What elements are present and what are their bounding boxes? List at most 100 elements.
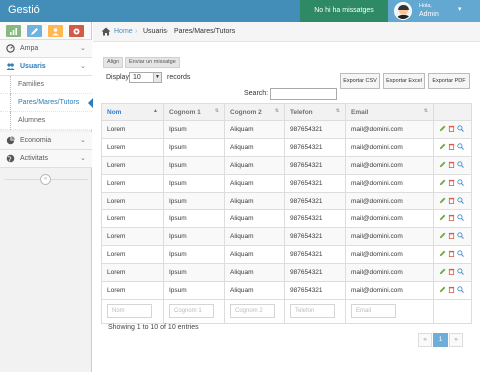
filter-cell: Cognom 2 xyxy=(224,298,285,324)
user-menu[interactable]: Hola, Admin ▾ xyxy=(388,0,480,22)
edit-icon[interactable] xyxy=(439,197,446,204)
export-csv-button[interactable]: Exportar CSV xyxy=(340,73,380,89)
filter-input[interactable]: Cognom 1 xyxy=(169,304,214,319)
trash-icon[interactable] xyxy=(448,268,455,276)
avatar xyxy=(394,2,412,20)
sidebar-item-usuaris[interactable]: Usuaris ⌄ xyxy=(0,58,92,76)
messages-indicator[interactable]: No hi ha missatges pendents xyxy=(300,0,388,36)
table-cell: Lorem xyxy=(101,245,164,265)
table-row: Lorem Ipsum Aliquam 987654321 mail@domini.co… xyxy=(101,191,472,211)
table-row: Lorem Ipsum Aliquam 987654321 mail@domini.co… xyxy=(101,209,472,229)
sidebar-item-economia[interactable]: Economia ⌄ xyxy=(0,132,92,150)
table-row: Lorem Ipsum Aliquam 987654321 mail@domini.co… xyxy=(101,155,472,175)
edit-icon[interactable] xyxy=(439,161,446,168)
zoom-icon[interactable] xyxy=(457,268,464,275)
zoom-icon[interactable] xyxy=(457,178,464,186)
zoom-icon[interactable] xyxy=(457,196,464,204)
align-button[interactable]: Align xyxy=(103,57,124,68)
breadcrumb-home[interactable]: Home xyxy=(114,28,133,35)
sidebar-item-ampa[interactable]: Ampa ⌄ xyxy=(0,40,92,58)
filter-input[interactable]: Nom xyxy=(107,304,152,319)
sidebar-item-activitats[interactable]: Activitats ⌄ xyxy=(0,150,92,168)
edit-icon[interactable] xyxy=(439,250,446,257)
signal-icon[interactable] xyxy=(6,25,21,37)
table-cell: mail@domini.com xyxy=(345,173,434,193)
trash-icon[interactable] xyxy=(448,286,455,293)
trash-icon[interactable] xyxy=(448,197,455,204)
pagination-page-1[interactable]: 1 xyxy=(433,333,448,347)
column-header-email[interactable]: Email ⇅ xyxy=(345,103,434,121)
edit-icon[interactable] xyxy=(439,179,446,186)
zoom-icon[interactable] xyxy=(457,286,464,293)
pagination-prev[interactable]: « xyxy=(418,333,432,347)
filter-input[interactable]: Telefon xyxy=(290,304,335,319)
table-cell: 987654321 xyxy=(284,245,346,265)
edit-icon[interactable] xyxy=(439,232,446,239)
sidebar-subitem-families[interactable]: Families xyxy=(0,76,92,94)
table-cell: Lorem xyxy=(101,191,164,211)
trash-icon[interactable] xyxy=(448,214,455,222)
trash-icon[interactable] xyxy=(448,179,455,186)
sidebar-subitem-pares[interactable]: Pares/Mares/Tutors xyxy=(0,94,93,112)
pagination-next[interactable]: » xyxy=(449,333,463,347)
zoom-icon[interactable] xyxy=(457,214,464,222)
search-input[interactable] xyxy=(270,88,337,100)
zoom-icon[interactable] xyxy=(457,250,464,258)
table-cell: Aliquam xyxy=(224,227,285,247)
column-header-telefon[interactable]: Telefon ⇅ xyxy=(284,103,346,121)
zoom-icon[interactable] xyxy=(457,125,464,132)
zoom-icon[interactable] xyxy=(457,232,464,240)
column-header-cognom2[interactable]: Cognom 2 ⇅ xyxy=(224,103,285,121)
export-pdf-button[interactable]: Exportar PDF xyxy=(428,73,470,89)
table-cell: Aliquam xyxy=(224,191,285,211)
table-cell: mail@domini.com xyxy=(345,209,434,229)
row-actions xyxy=(433,245,472,265)
active-marker xyxy=(88,98,93,108)
filter-cell: Telefon xyxy=(284,298,346,324)
edit-icon[interactable] xyxy=(439,143,446,150)
table-cell: Lorem xyxy=(101,155,164,175)
edit-icon[interactable] xyxy=(439,214,446,221)
export-excel-button[interactable]: Exportar Excel xyxy=(383,73,425,89)
sort-asc-icon: ▲ xyxy=(153,108,158,114)
zoom-icon[interactable] xyxy=(457,161,464,168)
table-cell: Lorem xyxy=(101,209,164,229)
trash-icon[interactable] xyxy=(448,232,455,240)
pencil-icon[interactable] xyxy=(27,25,42,37)
filter-input[interactable]: Email xyxy=(351,304,396,319)
trash-icon[interactable] xyxy=(448,143,455,150)
display-label: Display xyxy=(106,74,129,81)
trash-icon[interactable] xyxy=(448,125,455,132)
table-cell: Aliquam xyxy=(224,245,285,265)
trash-icon[interactable] xyxy=(448,161,455,168)
sidebar-subitem-alumnes[interactable]: Alumnes xyxy=(0,112,92,130)
page-size-select[interactable]: 10 ▼ xyxy=(129,72,162,83)
table-row: Lorem Ipsum Aliquam 987654321 mail@domini.co… xyxy=(101,173,472,193)
table-cell: Ipsum xyxy=(163,155,225,175)
table-cell: Ipsum xyxy=(163,209,225,229)
trash-icon[interactable] xyxy=(448,250,455,258)
users-icon[interactable] xyxy=(48,25,63,37)
table-row: Lorem Ipsum Aliquam 987654321 mail@domini.co… xyxy=(101,227,472,247)
zoom-icon[interactable] xyxy=(457,143,464,150)
table-cell: Lorem xyxy=(101,281,164,300)
table-cell: 987654321 xyxy=(284,263,346,283)
table-cell: Aliquam xyxy=(224,137,285,157)
sort-icon: ⇅ xyxy=(335,108,340,114)
edit-icon[interactable] xyxy=(439,286,446,293)
table-cell: mail@domini.com xyxy=(345,227,434,247)
filter-input[interactable]: Cognom 2 xyxy=(230,304,275,319)
column-header-nom[interactable]: Nom ▲ xyxy=(101,103,164,121)
cogs-icon[interactable] xyxy=(69,25,84,37)
edit-icon[interactable] xyxy=(439,125,446,132)
table-cell: Ipsum xyxy=(163,191,225,211)
table-cell: Ipsum xyxy=(163,245,225,265)
edit-icon[interactable] xyxy=(439,268,446,275)
breadcrumb-section[interactable]: Usuaris xyxy=(143,28,167,35)
table-cell: Lorem xyxy=(101,227,164,247)
column-header-cognom1[interactable]: Cognom 1 ⇅ xyxy=(163,103,225,121)
sidebar-collapse-button[interactable]: « xyxy=(40,174,51,185)
app-title[interactable]: Gestió xyxy=(8,4,40,16)
table-info: Showing 1 to 10 of 10 entries xyxy=(108,324,199,331)
send-message-button[interactable]: Enviar un missatge xyxy=(125,57,180,68)
